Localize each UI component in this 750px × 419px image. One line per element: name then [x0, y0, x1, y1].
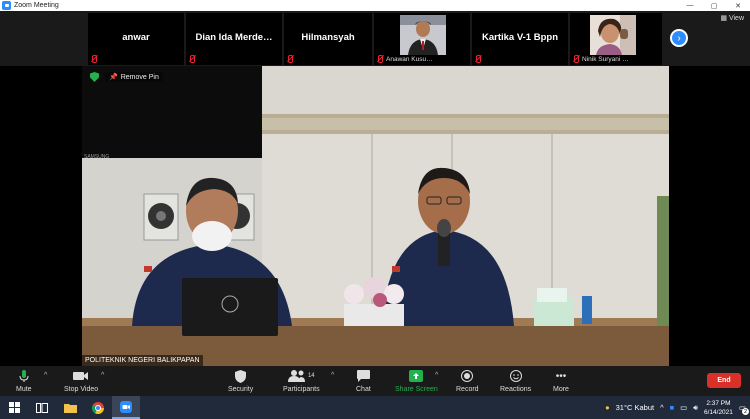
smiley-icon — [509, 368, 522, 384]
reactions-label: Reactions — [500, 386, 532, 393]
zoom-taskbar-icon[interactable] — [112, 396, 140, 419]
record-button[interactable]: Record — [456, 368, 479, 393]
remove-pin-button[interactable]: 📌 Remove Pin — [105, 72, 163, 82]
mic-muted-icon — [474, 55, 481, 63]
task-view-icon[interactable] — [28, 396, 56, 419]
participants-count: 14 — [307, 373, 315, 379]
participant-name: Kartika V-1 Bppn — [481, 32, 559, 43]
participant-name: Hilmansyah — [301, 32, 355, 43]
more-button[interactable]: ••• More — [553, 368, 569, 394]
weather-icon: ● — [605, 403, 610, 412]
windows-taskbar: ● 31°C Kabut ^ ■ ▭ 🔊︎ 2:37 PM 6/14/2021 … — [0, 396, 750, 419]
participants-options-caret[interactable]: ^ — [331, 372, 334, 379]
mute-options-caret[interactable]: ^ — [44, 372, 47, 379]
close-button[interactable]: ✕ — [726, 2, 750, 10]
participant-tile[interactable]: Anawan Kusu… — [374, 13, 470, 65]
next-page-button[interactable]: › — [670, 29, 688, 47]
stop-video-label: Stop Video — [64, 386, 99, 393]
participants-button[interactable]: 14 Participants — [283, 368, 320, 393]
speaker-name-label: POLITEKNIK NEGERI BALIKPAPAN — [82, 355, 203, 366]
microphone-icon — [18, 368, 30, 384]
share-screen-label: Share Screen — [395, 386, 438, 393]
windows-start-icon[interactable] — [0, 396, 28, 419]
mic-muted-icon — [572, 55, 579, 63]
file-explorer-icon[interactable] — [56, 396, 84, 419]
clock-time: 2:37 PM — [706, 399, 731, 407]
ellipsis-icon: ••• — [555, 370, 567, 382]
mic-muted-icon — [286, 55, 293, 63]
minimize-button[interactable]: — — [678, 2, 702, 10]
participant-tile[interactable]: Dian Ida Merde… — [186, 13, 282, 65]
view-button[interactable]: ▦ View — [720, 14, 744, 23]
chevron-up-icon[interactable]: ^ — [660, 403, 664, 412]
end-meeting-button[interactable]: End — [707, 373, 741, 388]
weather-text[interactable]: 31°C Kabut — [616, 403, 654, 412]
participant-name: Dian Ida Merde… — [195, 32, 273, 43]
network-icon[interactable]: ▭ — [680, 403, 687, 412]
remove-pin-label: Remove Pin — [120, 73, 159, 81]
video-camera-icon — [73, 368, 89, 384]
maximize-button[interactable]: ▢ — [702, 2, 726, 10]
mic-muted-icon — [90, 55, 97, 63]
participant-tile[interactable]: anwar — [88, 13, 184, 65]
record-icon — [461, 368, 474, 384]
participants-icon: 14 — [287, 368, 315, 384]
system-tray: ● 31°C Kabut ^ ■ ▭ 🔊︎ 2:37 PM 6/14/2021 … — [605, 396, 750, 419]
chrome-icon[interactable] — [84, 396, 112, 419]
security-label: Security — [228, 386, 254, 393]
clock[interactable]: 2:37 PM 6/14/2021 — [704, 399, 733, 417]
share-screen-button[interactable]: Share Screen — [395, 368, 438, 393]
notification-count: 2 — [742, 408, 749, 415]
mic-muted-icon — [188, 55, 195, 63]
more-label: More — [553, 386, 569, 393]
participants-label: Participants — [283, 386, 320, 393]
zoom-tray-icon[interactable]: ■ — [670, 403, 675, 412]
mic-muted-icon — [376, 55, 383, 63]
zoom-logo-icon — [2, 1, 11, 10]
volume-icon[interactable]: 🔊︎ — [693, 403, 698, 413]
window-title: Zoom Meeting — [14, 2, 59, 9]
share-options-caret[interactable]: ^ — [435, 372, 438, 379]
title-bar: Zoom Meeting — ▢ ✕ — [0, 0, 750, 11]
participant-name: Ninik Suryani … — [582, 55, 629, 63]
pin-icon: 📌 — [109, 74, 118, 81]
stop-video-button[interactable]: Stop Video — [64, 368, 98, 393]
grid-icon: ▦ — [720, 15, 727, 22]
encryption-shield-icon — [90, 72, 99, 82]
clock-date: 6/14/2021 — [703, 408, 733, 416]
share-screen-icon — [409, 368, 424, 384]
reactions-button[interactable]: Reactions — [500, 368, 531, 393]
participant-tile[interactable]: Ninik Suryani … — [570, 13, 662, 65]
security-shield-icon — [235, 368, 247, 384]
meeting-toolbar: Mute ^ Stop Video ^ Security 14 Particip… — [0, 366, 750, 396]
participant-video — [590, 15, 636, 55]
gallery-strip: anwar Dian Ida Merde… Hilmansyah Anawan … — [0, 11, 750, 66]
chat-label: Chat — [356, 386, 371, 393]
main-video[interactable]: SAMSUNG 📌 Remove Pin POLITEKNIK NEGERI B… — [82, 66, 669, 366]
video-options-caret[interactable]: ^ — [101, 372, 104, 379]
participant-tile[interactable]: Kartika V-1 Bppn — [472, 13, 568, 65]
pin-controls: 📌 Remove Pin — [90, 72, 163, 82]
notification-icon[interactable]: ▭ 2 — [739, 403, 749, 415]
window-controls: — ▢ ✕ — [678, 2, 750, 10]
record-label: Record — [456, 386, 479, 393]
participant-video — [400, 15, 446, 55]
chat-button[interactable]: Chat — [356, 368, 371, 393]
participant-name: anwar — [122, 32, 150, 43]
security-button[interactable]: Security — [228, 368, 253, 393]
view-label: View — [728, 14, 744, 22]
chat-bubble-icon — [356, 368, 370, 384]
mute-label: Mute — [16, 386, 32, 393]
mute-button[interactable]: Mute — [16, 368, 32, 393]
tv-brand: SAMSUNG — [84, 154, 109, 160]
participant-tile[interactable]: Hilmansyah — [284, 13, 372, 65]
participant-name: Anawan Kusu… — [386, 55, 433, 63]
speaker-video-frame: SAMSUNG — [82, 66, 669, 366]
